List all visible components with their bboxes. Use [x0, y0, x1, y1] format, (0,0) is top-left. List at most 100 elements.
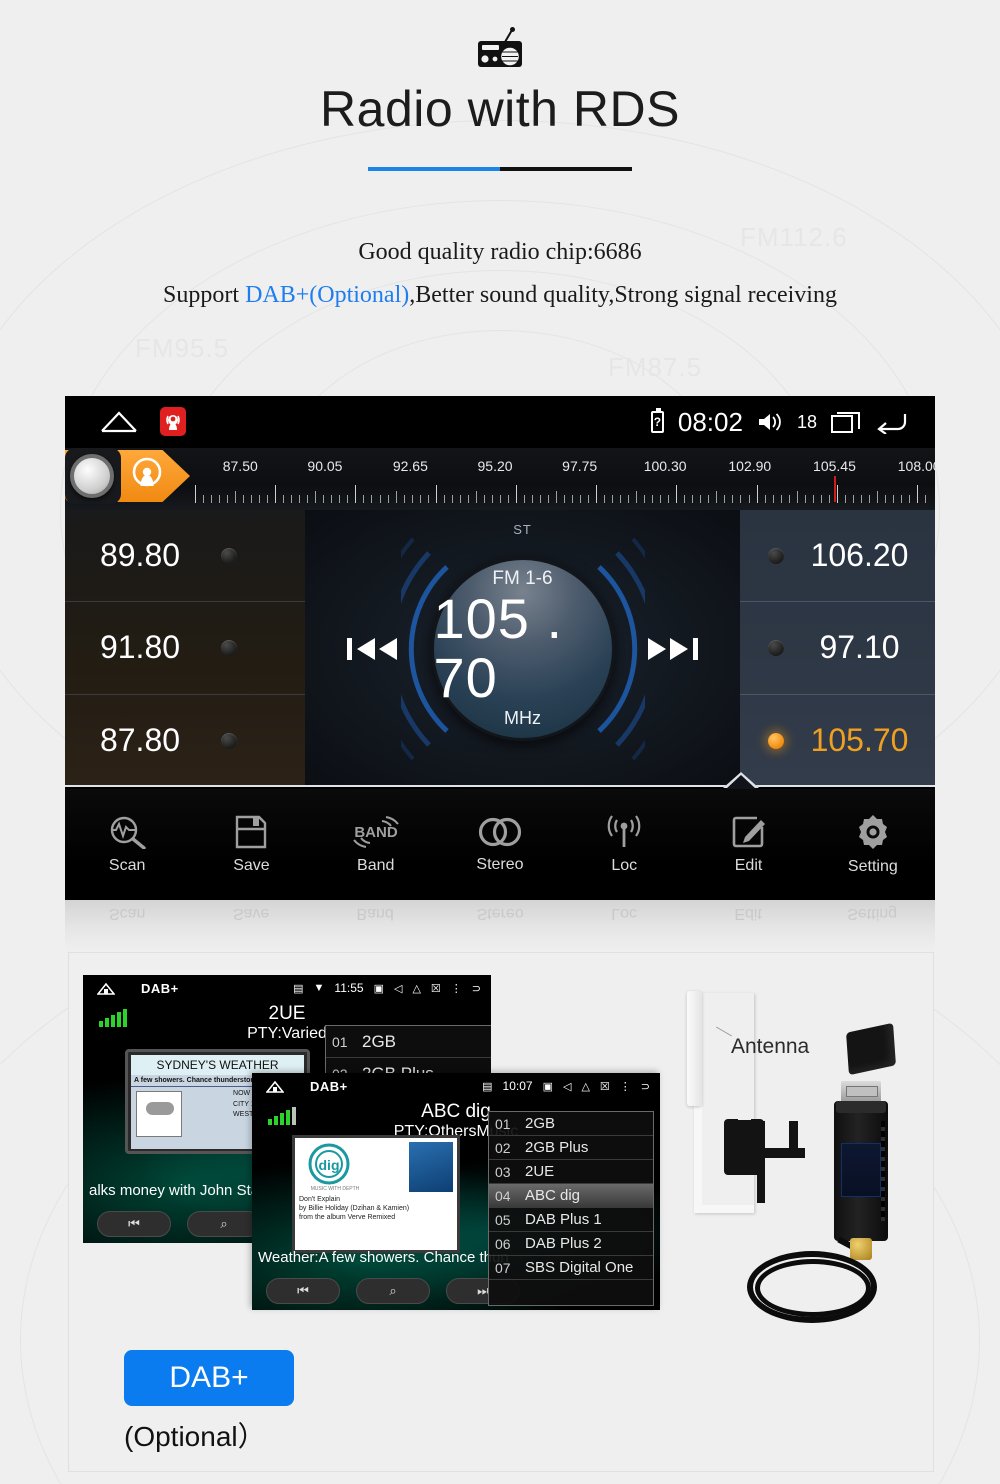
list-name: DAB Plus 1 — [525, 1211, 602, 1228]
preset-item[interactable]: 91.80 — [65, 602, 305, 695]
subtitle-highlight: DAB+(Optional) — [245, 282, 410, 308]
image-icon[interactable]: ▤ — [482, 1080, 492, 1093]
toolbar-button-scan[interactable]: Scan — [65, 789, 189, 900]
eject-icon[interactable]: △ — [581, 1080, 589, 1093]
list-name: 2UE — [525, 1163, 555, 1180]
tuner-scale[interactable]: 87.50 90.05 92.65 95.20 97.75 100.30 102… — [65, 448, 935, 510]
list-index: 02 — [495, 1139, 511, 1156]
tuning-knob-icon[interactable] — [70, 454, 114, 498]
weather-rain-icon — [136, 1091, 182, 1137]
skip-previous-icon[interactable]: ⏮ — [266, 1278, 340, 1304]
usb-cap-icon — [846, 1022, 896, 1076]
toolbar-button-edit[interactable]: Edit — [686, 789, 810, 900]
dig-logo: dig MUSIC WITH DEPTH — [308, 1143, 360, 1192]
preset-item[interactable]: 97.10 — [740, 602, 935, 695]
eject-icon[interactable]: △ — [412, 982, 420, 995]
preset-indicator-dot — [768, 732, 784, 749]
scale-label: 102.90 — [728, 458, 772, 474]
dial-disc[interactable]: FM 1-6 105 . 70 MHz — [430, 556, 615, 741]
antenna-label: Antenna — [731, 1035, 810, 1058]
subtitle-line-1: Good quality radio chip:6686 — [358, 239, 642, 265]
signal-tower-icon — [607, 814, 641, 847]
mute-icon[interactable]: ◁ — [394, 982, 402, 995]
more-vertical-icon[interactable]: ⋮ — [620, 1080, 631, 1093]
preset-item[interactable]: 106.20 — [740, 510, 935, 603]
screen-off-icon[interactable]: ☒ — [431, 982, 441, 995]
page-title: Radio with RDS — [320, 81, 680, 137]
frequency-dial[interactable]: FM 1-6 105 . 70 MHz — [400, 527, 645, 771]
scan-search-icon — [110, 816, 146, 849]
watermark-text: FM95.5 — [135, 333, 230, 363]
usb-dongle-icon — [834, 1101, 888, 1241]
record-icon[interactable] — [160, 407, 186, 436]
dab-b-station-list[interactable]: 01 2GB 02 2GB Plus 03 2UE 04 ABC dig 05 — [488, 1111, 654, 1306]
camera-icon[interactable]: ▣ — [543, 1080, 553, 1093]
home-icon[interactable] — [97, 982, 115, 995]
preset-frequency: 89.80 — [99, 537, 181, 574]
toolbar-button-band[interactable]: BAND Band — [314, 789, 438, 900]
radio-toolbar: Scan Save BAND Band Stereo Loc Edit Sett… — [65, 789, 935, 900]
back-icon[interactable]: ⊃ — [472, 982, 481, 995]
album-artist: by Billie Holiday (Dzihan & Kamien) — [299, 1205, 410, 1212]
search-icon[interactable]: ⌕ — [187, 1211, 261, 1237]
antenna-bracket — [694, 993, 754, 1213]
preset-frequency: 91.80 — [99, 629, 181, 666]
mute-icon[interactable]: ◁ — [563, 1080, 571, 1093]
toolbar-button-save[interactable]: Save — [189, 789, 313, 900]
toolbar-button-setting[interactable]: Setting — [811, 789, 935, 900]
tuner-dial-area: ST FM 1-6 105 . 70 MHz — [305, 510, 759, 789]
album-logos: dig MUSIC WITH DEPTH — [299, 1142, 453, 1194]
fm-antenna-icon — [132, 457, 162, 487]
dial-frequency: 105 . 70 — [433, 587, 564, 709]
list-item[interactable]: 06 DAB Plus 2 — [489, 1232, 653, 1256]
toolbar-label: Edit — [734, 856, 763, 874]
sma-connector-icon — [850, 1238, 872, 1260]
preset-frequency: 106.20 — [810, 537, 909, 574]
home-icon[interactable] — [266, 1080, 284, 1093]
skip-previous-icon[interactable] — [347, 634, 401, 664]
list-item[interactable]: 07 SBS Digital One — [489, 1256, 653, 1280]
volume-level: 18 — [796, 411, 817, 432]
list-item[interactable]: 02 2GB Plus — [489, 1136, 653, 1160]
more-vertical-icon[interactable]: ⋮ — [451, 982, 462, 995]
status-bar: ? 08:02 18 — [65, 396, 935, 448]
list-item-selected[interactable]: 04 ABC dig — [489, 1184, 653, 1208]
list-item[interactable]: 03 2UE — [489, 1160, 653, 1184]
toolbar-label: Scan — [108, 856, 146, 874]
list-item[interactable]: 01 2GB — [326, 1026, 491, 1058]
list-item[interactable]: 01 2GB — [489, 1112, 653, 1136]
tuner-main: 89.80 91.80 87.80 ST FM 1-6 105 . 70 MHz… — [65, 510, 935, 789]
camera-icon[interactable]: ▣ — [374, 982, 384, 995]
list-item[interactable]: 05 DAB Plus 1 — [489, 1208, 653, 1232]
usb-connector-icon — [841, 1081, 881, 1101]
list-index: 01 — [332, 1033, 348, 1050]
preset-item[interactable]: 89.80 — [65, 510, 305, 603]
list-index: 04 — [495, 1187, 511, 1204]
scale-ticks — [195, 483, 926, 503]
volume-icon[interactable] — [757, 411, 783, 433]
scale-tick-labels: 87.50 90.05 92.65 95.20 97.75 100.30 102… — [195, 458, 935, 478]
toolbar-label: Stereo — [476, 855, 524, 873]
skip-previous-icon[interactable]: ⏮ — [97, 1211, 171, 1237]
edit-pencil-icon — [732, 816, 765, 847]
toolbar-label: Loc — [611, 856, 638, 874]
reflection-label: Save — [232, 905, 270, 922]
screen-off-icon[interactable]: ☒ — [600, 1080, 610, 1093]
search-icon[interactable]: ⌕ — [356, 1278, 430, 1304]
skip-next-icon[interactable] — [644, 634, 698, 664]
toolbar-button-loc[interactable]: Loc — [562, 789, 686, 900]
album-album: from the album Verve Remixed — [299, 1214, 396, 1221]
back-icon[interactable] — [875, 410, 907, 434]
toolbar-button-stereo[interactable]: Stereo — [438, 789, 562, 900]
preset-indicator-dot — [768, 547, 784, 564]
preset-item[interactable]: 87.80 — [65, 695, 305, 787]
preset-item-active[interactable]: 105.70 — [740, 695, 935, 787]
list-name: 2GB — [362, 1031, 397, 1051]
recents-icon[interactable] — [831, 410, 861, 434]
image-icon[interactable]: ▤ — [293, 982, 303, 995]
back-icon[interactable]: ⊃ — [641, 1080, 650, 1093]
home-icon[interactable] — [100, 409, 138, 433]
wifi-icon[interactable]: ▼ — [314, 982, 325, 994]
dab-badge: DAB+ — [124, 1350, 294, 1406]
subtitle-pre: Support — [163, 282, 246, 308]
